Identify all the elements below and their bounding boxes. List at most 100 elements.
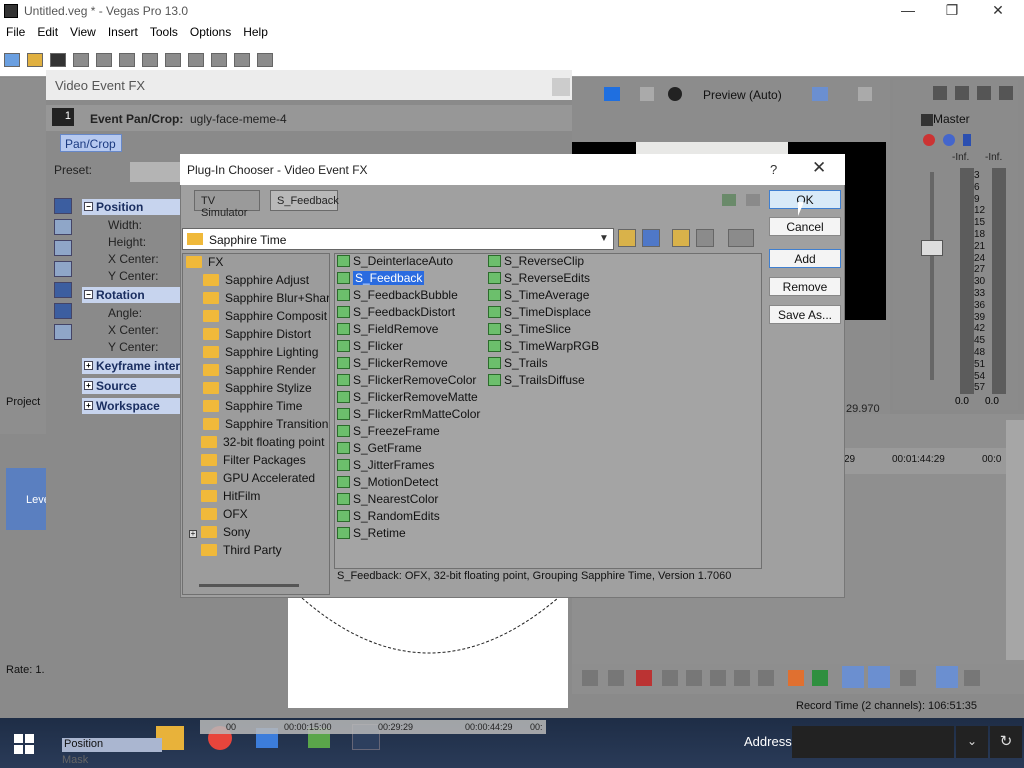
plugin-item[interactable]: S_TimeSlice [488, 322, 571, 339]
tree-item-sapphire-blur[interactable]: Sapphire Blur+Shar [203, 291, 329, 309]
video-output-icon[interactable] [604, 87, 620, 101]
plugin-item[interactable]: S_FlickerRemoveMatte [337, 390, 478, 407]
tree-item-sapphire-composite[interactable]: Sapphire Composit [203, 309, 329, 327]
master-mute-icon[interactable] [943, 134, 955, 146]
paste-icon[interactable] [165, 53, 181, 67]
plugin-item[interactable]: S_FlickerRemove [337, 356, 448, 373]
menu-options[interactable]: Options [184, 22, 237, 39]
minimize-icon[interactable]: — [898, 2, 918, 18]
chain-item-s-feedback[interactable]: S_Feedback [270, 190, 339, 211]
tree-item-hitfilm[interactable]: HitFilm [201, 489, 260, 507]
snap-icon[interactable] [257, 53, 273, 67]
ignore-grouping-icon[interactable] [964, 670, 980, 686]
chain-item-tv-simulator[interactable]: TV Simulator [194, 190, 260, 219]
tree-item-sony[interactable]: + Sony [189, 525, 250, 543]
folder-path-dropdown[interactable]: Sapphire Time ▼ [182, 228, 614, 250]
edit-tool-icon[interactable] [582, 670, 598, 686]
new-folder-icon[interactable] [672, 229, 690, 247]
group-rotation[interactable]: − Rotation [82, 287, 182, 303]
plugin-item[interactable]: S_ReverseEdits [488, 271, 590, 288]
plugin-item[interactable]: S_TimeAverage [488, 288, 589, 305]
timeline-ruler[interactable]: 29 00:01:44:29 00:0 [832, 448, 1008, 474]
plugin-item[interactable]: S_FeedbackDistort [337, 305, 455, 322]
plugin-item[interactable]: S_Flicker [337, 339, 403, 356]
plugin-item[interactable]: S_JitterFrames [337, 458, 434, 475]
group-position[interactable]: − Position [82, 199, 182, 215]
move-left-icon[interactable] [722, 194, 736, 206]
windows-start-icon[interactable] [14, 734, 34, 754]
track-header[interactable]: Leve [6, 468, 50, 530]
plugin-item[interactable]: S_TrailsDiffuse [488, 373, 585, 390]
cancel-button[interactable]: Cancel [769, 217, 841, 236]
zoom-tool-icon[interactable] [54, 240, 72, 256]
menu-file[interactable]: File [0, 22, 31, 39]
menu-tools[interactable]: Tools [144, 22, 184, 39]
group-keyframe-interpolation[interactable]: + Keyframe inter [82, 358, 182, 374]
tree-item-sapphire-lighting[interactable]: Sapphire Lighting [203, 345, 329, 363]
plugin-item[interactable]: S_Retime [337, 526, 406, 543]
plugin-item[interactable]: S_RandomEdits [337, 509, 440, 526]
fit-frame-icon[interactable] [54, 303, 72, 319]
address-input[interactable] [792, 726, 954, 758]
master-fx-icon[interactable] [923, 134, 935, 146]
split-icon[interactable] [734, 670, 750, 686]
plugin-item[interactable]: S_ReverseClip [488, 254, 584, 271]
trim-end-icon[interactable] [710, 670, 726, 686]
restore-icon[interactable]: ❐ [942, 2, 962, 19]
pan-crop-chip[interactable]: Pan/Crop [60, 134, 122, 152]
plugin-item[interactable]: S_GetFrame [337, 441, 422, 458]
project-tab[interactable]: Project [6, 396, 40, 408]
overlay-icon[interactable] [668, 87, 682, 101]
menu-view[interactable]: View [64, 22, 102, 39]
marker-icon[interactable] [788, 670, 804, 686]
cut-icon[interactable] [119, 53, 135, 67]
tree-item-sapphire-adjust[interactable]: Sapphire Adjust [203, 273, 329, 291]
plugin-item[interactable]: S_TimeWarpRGB [488, 339, 599, 356]
undo-icon[interactable] [188, 53, 204, 67]
lock-icon[interactable] [758, 670, 774, 686]
delete-folder-icon[interactable] [696, 229, 714, 247]
open-icon[interactable] [27, 53, 43, 67]
tree-item-gpu[interactable]: GPU Accelerated [201, 471, 315, 489]
address-dropdown-icon[interactable]: ⌄ [956, 726, 988, 758]
plugin-item[interactable]: S_Trails [488, 356, 548, 373]
save-as-button[interactable]: Save As... [769, 305, 841, 324]
insert-bus-icon[interactable] [955, 86, 969, 100]
close-icon[interactable]: ✕ [988, 2, 1008, 19]
remove-button[interactable]: Remove [769, 277, 841, 296]
add-button[interactable]: Add [769, 249, 841, 268]
plugin-item[interactable]: S_MotionDetect [337, 475, 438, 492]
up-folder-icon[interactable] [618, 229, 636, 247]
properties-tool-icon[interactable] [54, 198, 72, 214]
split-screen-icon[interactable] [640, 87, 654, 101]
timeline-vertical-scrollbar[interactable] [1006, 420, 1024, 660]
plugin-item[interactable]: S_FeedbackBubble [337, 288, 458, 305]
group-workspace[interactable]: + Workspace [82, 398, 182, 414]
tree-item-sapphire-render[interactable]: Sapphire Render [203, 363, 329, 381]
properties-icon[interactable] [96, 53, 112, 67]
snapping-icon[interactable] [842, 666, 864, 688]
address-refresh-icon[interactable]: ↻ [990, 726, 1022, 758]
auto-ripple-icon[interactable] [868, 666, 890, 688]
normal-edit-icon[interactable] [54, 282, 72, 298]
plugin-item[interactable]: S_FlickerRmMatteColor [337, 407, 480, 424]
copy-icon[interactable] [142, 53, 158, 67]
move-right-icon[interactable] [746, 194, 760, 206]
fx-track-position[interactable]: Position [62, 738, 162, 752]
master-solo-icon[interactable] [963, 134, 971, 146]
downmix-icon[interactable] [999, 86, 1013, 100]
grid-icon[interactable] [812, 87, 828, 101]
tree-item-sapphire-transition[interactable]: Sapphire Transition [203, 417, 329, 435]
fx-track-mask[interactable]: Mask [62, 754, 88, 766]
arrow-tool-icon[interactable] [54, 219, 72, 235]
save-icon[interactable] [50, 53, 66, 67]
tree-item-third-party[interactable]: Third Party [201, 543, 282, 561]
mixer-icon[interactable] [933, 86, 947, 100]
preset-dropdown[interactable] [130, 162, 180, 182]
video-event-fx-close-button[interactable] [552, 78, 570, 96]
tree-item-filter-packages[interactable]: Filter Packages [201, 453, 306, 471]
menu-help[interactable]: Help [237, 22, 274, 39]
tree-horizontal-scrollbar[interactable] [199, 584, 299, 587]
group-source[interactable]: + Source [82, 378, 182, 394]
zoom-tool-icon[interactable] [608, 670, 624, 686]
